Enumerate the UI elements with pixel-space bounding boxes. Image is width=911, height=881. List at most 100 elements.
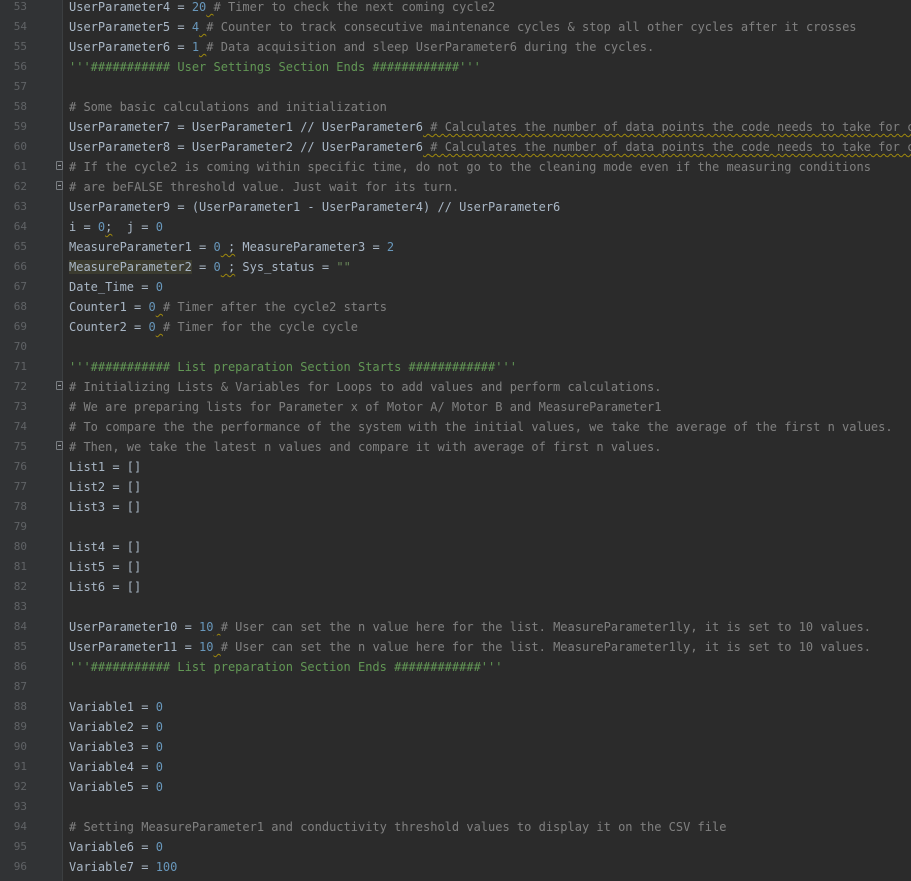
code-line[interactable]: 61 # If the cycle2 is coming within speci… [0,157,911,177]
code-line[interactable]: 60 UserParameter8 = UserParameter2 // Use… [0,137,911,157]
code-line[interactable]: 58 # Some basic calculations and initiali… [0,97,911,117]
code-token: '''########### List preparation Section … [69,660,503,674]
fold-toggle-icon[interactable] [56,161,63,170]
code-line[interactable]: 56 '''########### User Settings Section E… [0,57,911,77]
code-token: 0 [155,780,163,794]
code-line[interactable]: 71 '''########### List preparation Sectio… [0,357,911,377]
code-text: '''########### List preparation Section … [69,357,517,377]
code-line[interactable]: 96 Variable7 = 100 [0,857,911,877]
line-number: 67 [13,280,27,293]
code-token: # Calculates the number of data points t… [430,120,911,134]
code-token: List4 = [] [69,540,142,554]
code-line[interactable]: 82 List6 = [] [0,577,911,597]
code-line[interactable]: 62 # are beFALSE threshold value. Just wa… [0,177,911,197]
code-line[interactable]: 73 # We are preparing lists for Parameter… [0,397,911,417]
code-line[interactable]: 75 # Then, we take the latest n values an… [0,437,911,457]
code-token: Counter2 = [69,320,149,334]
code-line[interactable]: 74 # To compare the the performance of th… [0,417,911,437]
line-number: 73 [13,400,27,413]
code-line[interactable]: 88 Variable1 = 0 [0,697,911,717]
code-line[interactable]: 53 UserParameter4 = 20 # Timer to check t… [0,0,911,17]
code-text: # Then, we take the latest n values and … [69,437,661,457]
code-text: # To compare the the performance of the … [69,417,893,437]
code-line[interactable]: 55 UserParameter6 = 1 # Data acquisition … [0,37,911,57]
fold-toggle-icon[interactable] [56,381,63,390]
code-token: List1 = [] [69,460,142,474]
code-line[interactable]: 57 [0,77,911,97]
line-number: 55 [13,40,27,53]
code-line[interactable]: 59 UserParameter7 = UserParameter1 // Use… [0,117,911,137]
code-text: MeasureParameter1 = 0 ; MeasureParameter… [69,237,394,257]
code-text: i = 0; j = 0 [69,217,163,237]
code-text: Variable5 = 0 [69,777,163,797]
code-line[interactable]: 72 # Initializing Lists & Variables for L… [0,377,911,397]
code-line[interactable]: 77 List2 = [] [0,477,911,497]
code-editor[interactable]: 53 UserParameter4 = 20 # Timer to check t… [0,0,911,881]
code-line[interactable]: 69 Counter2 = 0 # Timer for the cycle cyc… [0,317,911,337]
code-line[interactable]: 78 List3 = [] [0,497,911,517]
code-token: Sys_status = [235,260,337,274]
code-text: '''########### User Settings Section End… [69,57,481,77]
code-token: '''########### User Settings Section End… [69,60,481,74]
code-line[interactable]: 87 [0,677,911,697]
code-text: UserParameter7 = UserParameter1 // UserP… [69,117,911,137]
code-token: MeasureParameter1 = [69,240,214,254]
code-line[interactable]: 70 [0,337,911,357]
code-token: UserParameter7 = UserParameter1 // UserP… [69,120,424,134]
code-line[interactable]: 94 # Setting MeasureParameter1 and conduc… [0,817,911,837]
code-token: # Then, we take the latest n values and … [69,440,662,454]
code-line[interactable]: 91 Variable4 = 0 [0,757,911,777]
code-line[interactable]: 85 UserParameter11 = 10 # User can set th… [0,637,911,657]
code-token: UserParameter4 = [69,0,192,14]
code-line[interactable]: 76 List1 = [] [0,457,911,477]
code-text: # We are preparing lists for Parameter x… [69,397,661,417]
code-line[interactable]: 63 UserParameter9 = (UserParameter1 - Use… [0,197,911,217]
line-number: 56 [13,60,27,73]
code-text: Date_Time = 0 [69,277,163,297]
code-token: Variable1 = [69,700,156,714]
line-number: 61 [13,160,27,173]
line-number: 94 [13,820,27,833]
code-line[interactable]: 92 Variable5 = 0 [0,777,911,797]
code-line[interactable]: 64 i = 0; j = 0 [0,217,911,237]
line-number: 66 [13,260,27,273]
line-number: 65 [13,240,27,253]
fold-toggle-icon[interactable] [56,441,63,450]
code-line[interactable]: 65 MeasureParameter1 = 0 ; MeasureParamet… [0,237,911,257]
line-number: 77 [13,480,27,493]
code-line[interactable]: 83 [0,597,911,617]
code-token: MeasureParameter2 [69,260,192,274]
line-number: 76 [13,460,27,473]
code-line[interactable]: 54 UserParameter5 = 4 # Counter to track … [0,17,911,37]
code-line[interactable]: 86 '''########### List preparation Sectio… [0,657,911,677]
code-line[interactable]: 84 UserParameter10 = 10 # User can set th… [0,617,911,637]
code-text: Variable7 = 100 [69,857,177,877]
code-line[interactable]: 93 [0,797,911,817]
code-line[interactable]: 90 Variable3 = 0 [0,737,911,757]
code-line[interactable]: 68 Counter1 = 0 # Timer after the cycle2 … [0,297,911,317]
code-token: 100 [155,860,178,874]
code-line[interactable]: 80 List4 = [] [0,537,911,557]
code-text: List1 = [] [69,457,141,477]
code-line[interactable]: 66 MeasureParameter2 = 0 ; Sys_status = "… [0,257,911,277]
code-token: 1 [191,40,200,54]
code-line[interactable]: 81 List5 = [] [0,557,911,577]
fold-toggle-icon[interactable] [56,181,63,190]
code-token: 0 [155,280,163,294]
code-area[interactable]: 53 UserParameter4 = 20 # Timer to check t… [0,0,911,877]
line-number: 60 [13,140,27,153]
code-line[interactable]: 67 Date_Time = 0 [0,277,911,297]
line-number: 72 [13,380,27,393]
line-number: 74 [13,420,27,433]
code-token: # Calculates the number of data points t… [430,140,911,154]
code-token: 0 [148,300,156,314]
code-text: Variable6 = 0 [69,837,163,857]
code-line[interactable]: 89 Variable2 = 0 [0,717,911,737]
code-line[interactable]: 79 [0,517,911,537]
code-line[interactable]: 95 Variable6 = 0 [0,837,911,857]
code-text: Variable1 = 0 [69,697,163,717]
